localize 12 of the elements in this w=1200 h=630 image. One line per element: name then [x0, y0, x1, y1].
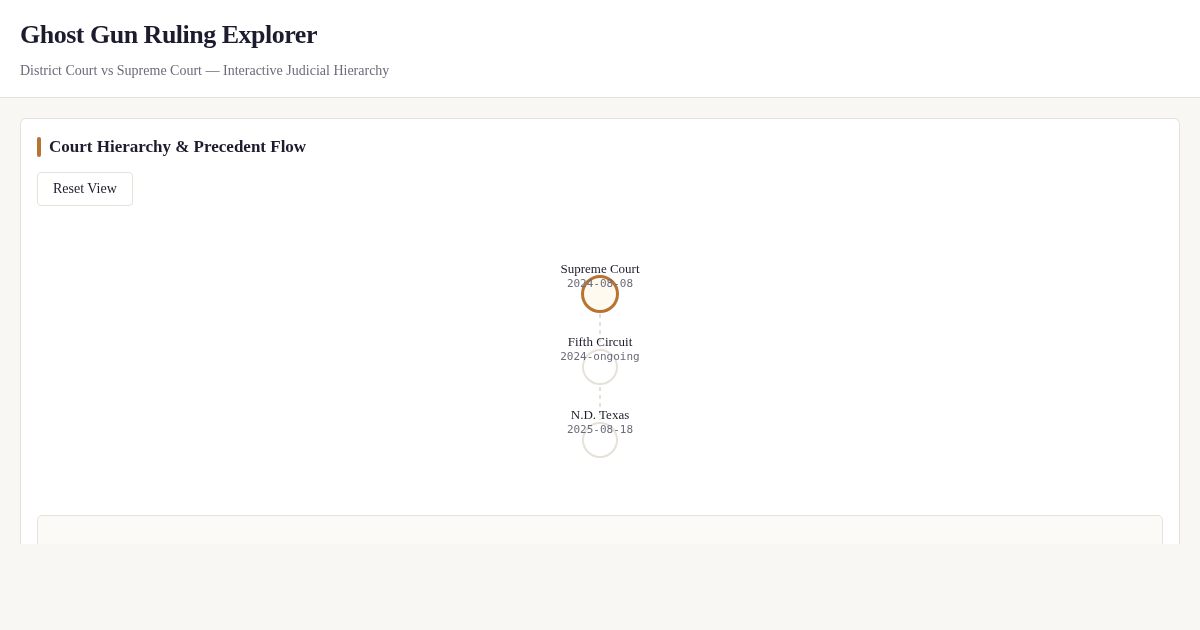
section-title: Court Hierarchy & Precedent Flow: [49, 137, 307, 157]
connector-line: [599, 313, 601, 348]
ruling-date: 2025-08-18: [566, 423, 634, 436]
court-name: N.D. Texas: [570, 407, 630, 422]
reset-view-button[interactable]: Reset View: [37, 172, 133, 206]
court-name: Supreme Court: [560, 261, 640, 276]
page-subtitle: District Court vs Supreme Court — Interactive Judicial Hierarchy: [20, 62, 390, 79]
accent-bar: [37, 137, 41, 157]
connector-line: [599, 386, 601, 421]
ruling-date: 2024-ongoing: [560, 350, 640, 363]
court-name: Fifth Circuit: [567, 334, 633, 349]
page-title: Ghost Gun Ruling Explorer: [20, 20, 317, 50]
